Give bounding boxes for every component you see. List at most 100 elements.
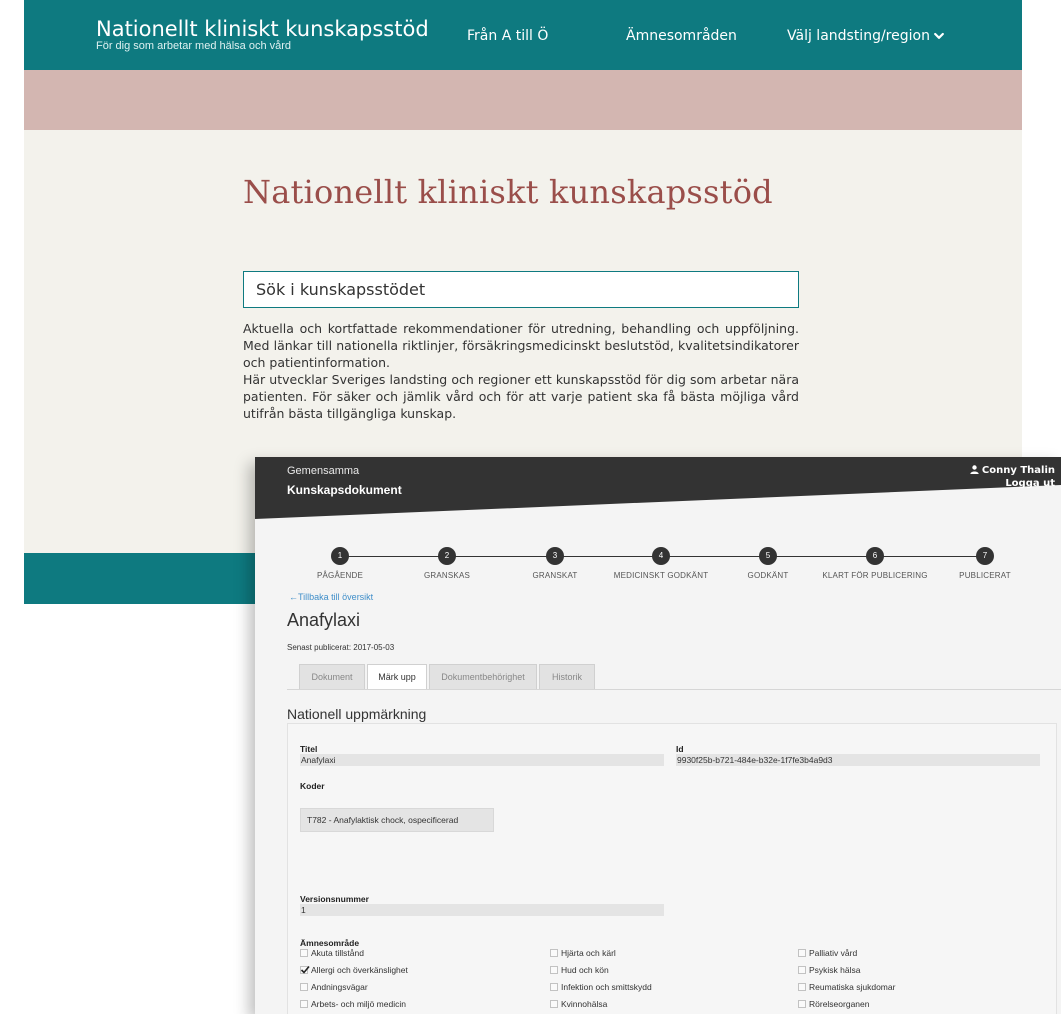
step-medicinskt-godkant[interactable]: 4 MEDICINSKT GODKÄNT [601, 547, 721, 580]
admin-app-title: Kunskapsdokument [287, 483, 402, 497]
step-number: 3 [546, 547, 564, 565]
version-label: Versionsnummer [300, 894, 369, 904]
checkbox-label: Andningsvägar [311, 982, 368, 992]
search-input[interactable] [243, 271, 799, 308]
chevron-down-icon [934, 29, 944, 39]
site-logo-title[interactable]: Nationellt kliniskt kunskapsstöd [96, 17, 429, 41]
step-number: 4 [652, 547, 670, 565]
step-number: 7 [976, 547, 994, 565]
section-title: Nationell uppmärkning [287, 706, 427, 722]
step-label: KLART FÖR PUBLICERING [822, 571, 928, 580]
checkbox[interactable] [300, 949, 308, 957]
tab-historik[interactable]: Historik [539, 664, 595, 690]
checkbox-label: Kvinnohälsa [561, 999, 608, 1009]
koder-label: Koder [300, 781, 325, 791]
workflow-stepper: 1 PÅGÅENDE 2 GRANSKAS 3 GRANSKAT 4 MEDICINSK… [255, 547, 1061, 587]
step-label: GODKÄNT [747, 571, 789, 580]
checkbox[interactable] [300, 1000, 308, 1008]
checkbox-label: Rörelseorganen [809, 999, 870, 1009]
checkbox-label: Hud och kön [561, 965, 609, 975]
checkbox[interactable] [798, 966, 806, 974]
step-granskas[interactable]: 2 GRANSKAS [387, 547, 507, 580]
checkbox[interactable] [798, 949, 806, 957]
back-link-label: Tillbaka till översikt [298, 592, 374, 602]
checkbox[interactable] [300, 983, 308, 991]
step-granskat[interactable]: 3 GRANSKAT [495, 547, 615, 580]
amnesomrade-label: Ämnesområde [300, 938, 360, 948]
tab-dokument[interactable]: Dokument [299, 664, 365, 690]
checkbox-label: Hjärta och kärl [561, 948, 616, 958]
tab-mark-upp[interactable]: Märk upp [367, 664, 427, 690]
checkbox-kvinnohalsa[interactable]: Kvinnohälsa [550, 999, 607, 1009]
checkbox-allergi[interactable]: Allergi och överkänslighet [300, 965, 408, 975]
step-label: GRANSKAT [532, 571, 578, 580]
checkbox-label: Akuta tillstånd [311, 948, 364, 958]
checkbox[interactable] [550, 966, 558, 974]
checkbox-palliativ-vard[interactable]: Palliativ vård [798, 948, 857, 958]
hero-title: Nationellt kliniskt kunskapsstöd [243, 173, 773, 211]
back-to-overview-link[interactable]: ←Tillbaka till översikt [289, 592, 373, 602]
titel-label: Titel [300, 744, 318, 754]
user-name: Conny Thalin [981, 465, 1055, 476]
document-title: Anafylaxi [287, 610, 361, 630]
checkbox-label: Palliativ vård [809, 948, 858, 958]
checkbox-akuta-tillstand[interactable]: Akuta tillstånd [300, 948, 364, 958]
user-icon [970, 465, 979, 474]
step-klart-for-publicering[interactable]: 6 KLART FÖR PUBLICERING [815, 547, 935, 580]
user-menu[interactable]: Conny Thalin [970, 465, 1055, 476]
id-label: Id [676, 744, 684, 754]
checkbox-label: Arbets- och miljö medicin [311, 999, 406, 1009]
markup-form: Titel Anafylaxi Id 9930f25b-b721-484e-b3… [287, 723, 1057, 1014]
checkbox[interactable] [798, 983, 806, 991]
site-header: Nationellt kliniskt kunskapsstöd För dig… [24, 0, 1022, 70]
checkbox-label: Reumatiska sjukdomar [809, 982, 896, 992]
checkbox-reumatiska[interactable]: Reumatiska sjukdomar [798, 982, 895, 992]
checkbox-psykisk-halsa[interactable]: Psykisk hälsa [798, 965, 861, 975]
id-field[interactable]: 9930f25b-b721-484e-b32e-1f7fe3b4a9d3 [676, 754, 1040, 766]
tabs-divider [287, 689, 1061, 690]
user-area: Conny Thalin Logga ut [970, 465, 1055, 489]
description-paragraph-1: Aktuella och kortfattade rekommendatione… [243, 321, 799, 370]
checkbox-checked[interactable] [300, 965, 310, 974]
step-number: 6 [866, 547, 884, 565]
checkbox[interactable] [550, 1000, 558, 1008]
checkbox-infektion[interactable]: Infektion och smittskydd [550, 982, 652, 992]
admin-context-label: Gemensamma [287, 465, 360, 477]
step-pagaende[interactable]: 1 PÅGÅENDE [280, 547, 400, 580]
version-field[interactable]: 1 [300, 904, 664, 916]
admin-tool-screenshot: Gemensamma Kunskapsdokument Conny Thalin… [255, 457, 1061, 1014]
checkbox-hud-och-kon[interactable]: Hud och kön [550, 965, 609, 975]
nav-region-label: Välj landsting/region [787, 28, 930, 44]
step-number: 1 [331, 547, 349, 565]
nav-valj-region[interactable]: Välj landsting/region [787, 28, 944, 44]
checkbox-label: Psykisk hälsa [809, 965, 861, 975]
code-tag[interactable]: T782 - Anafylaktisk chock, ospecificerad [300, 808, 494, 832]
nav-amnesomraden[interactable]: Ämnesområden [626, 28, 737, 44]
step-number: 5 [759, 547, 777, 565]
step-godkant[interactable]: 5 GODKÄNT [708, 547, 828, 580]
last-published: Senast publicerat: 2017-05-03 [287, 643, 395, 652]
checkbox[interactable] [550, 949, 558, 957]
step-publicerat[interactable]: 7 PUBLICERAT [925, 547, 1045, 580]
checkbox-hjarta-och-karl[interactable]: Hjärta och kärl [550, 948, 616, 958]
arrow-left-icon: ← [289, 592, 298, 602]
checkmark-icon [300, 965, 310, 974]
checkbox[interactable] [798, 1000, 806, 1008]
step-number: 2 [438, 547, 456, 565]
step-label: PUBLICERAT [959, 571, 1011, 580]
step-label: MEDICINSKT GODKÄNT [613, 571, 709, 580]
checkbox-arbets-och-miljo[interactable]: Arbets- och miljö medicin [300, 999, 406, 1009]
checkbox-rorelseorganen[interactable]: Rörelseorganen [798, 999, 869, 1009]
checkbox-andningsvagar[interactable]: Andningsvägar [300, 982, 368, 992]
titel-field[interactable]: Anafylaxi [300, 754, 664, 766]
logout-link[interactable]: Logga ut [970, 478, 1055, 489]
admin-header [255, 457, 1061, 557]
decorative-band [24, 70, 1022, 130]
checkbox-label: Allergi och överkänslighet [311, 965, 408, 975]
checkbox[interactable] [550, 983, 558, 991]
checkbox-label: Infektion och smittskydd [561, 982, 652, 992]
nav-a-till-o[interactable]: Från A till Ö [467, 28, 548, 44]
tab-dokumentbehorighet[interactable]: Dokumentbehörighet [429, 664, 537, 690]
step-label: GRANSKAS [423, 571, 471, 580]
site-subtitle: För dig som arbetar med hälsa och vård [96, 40, 292, 52]
